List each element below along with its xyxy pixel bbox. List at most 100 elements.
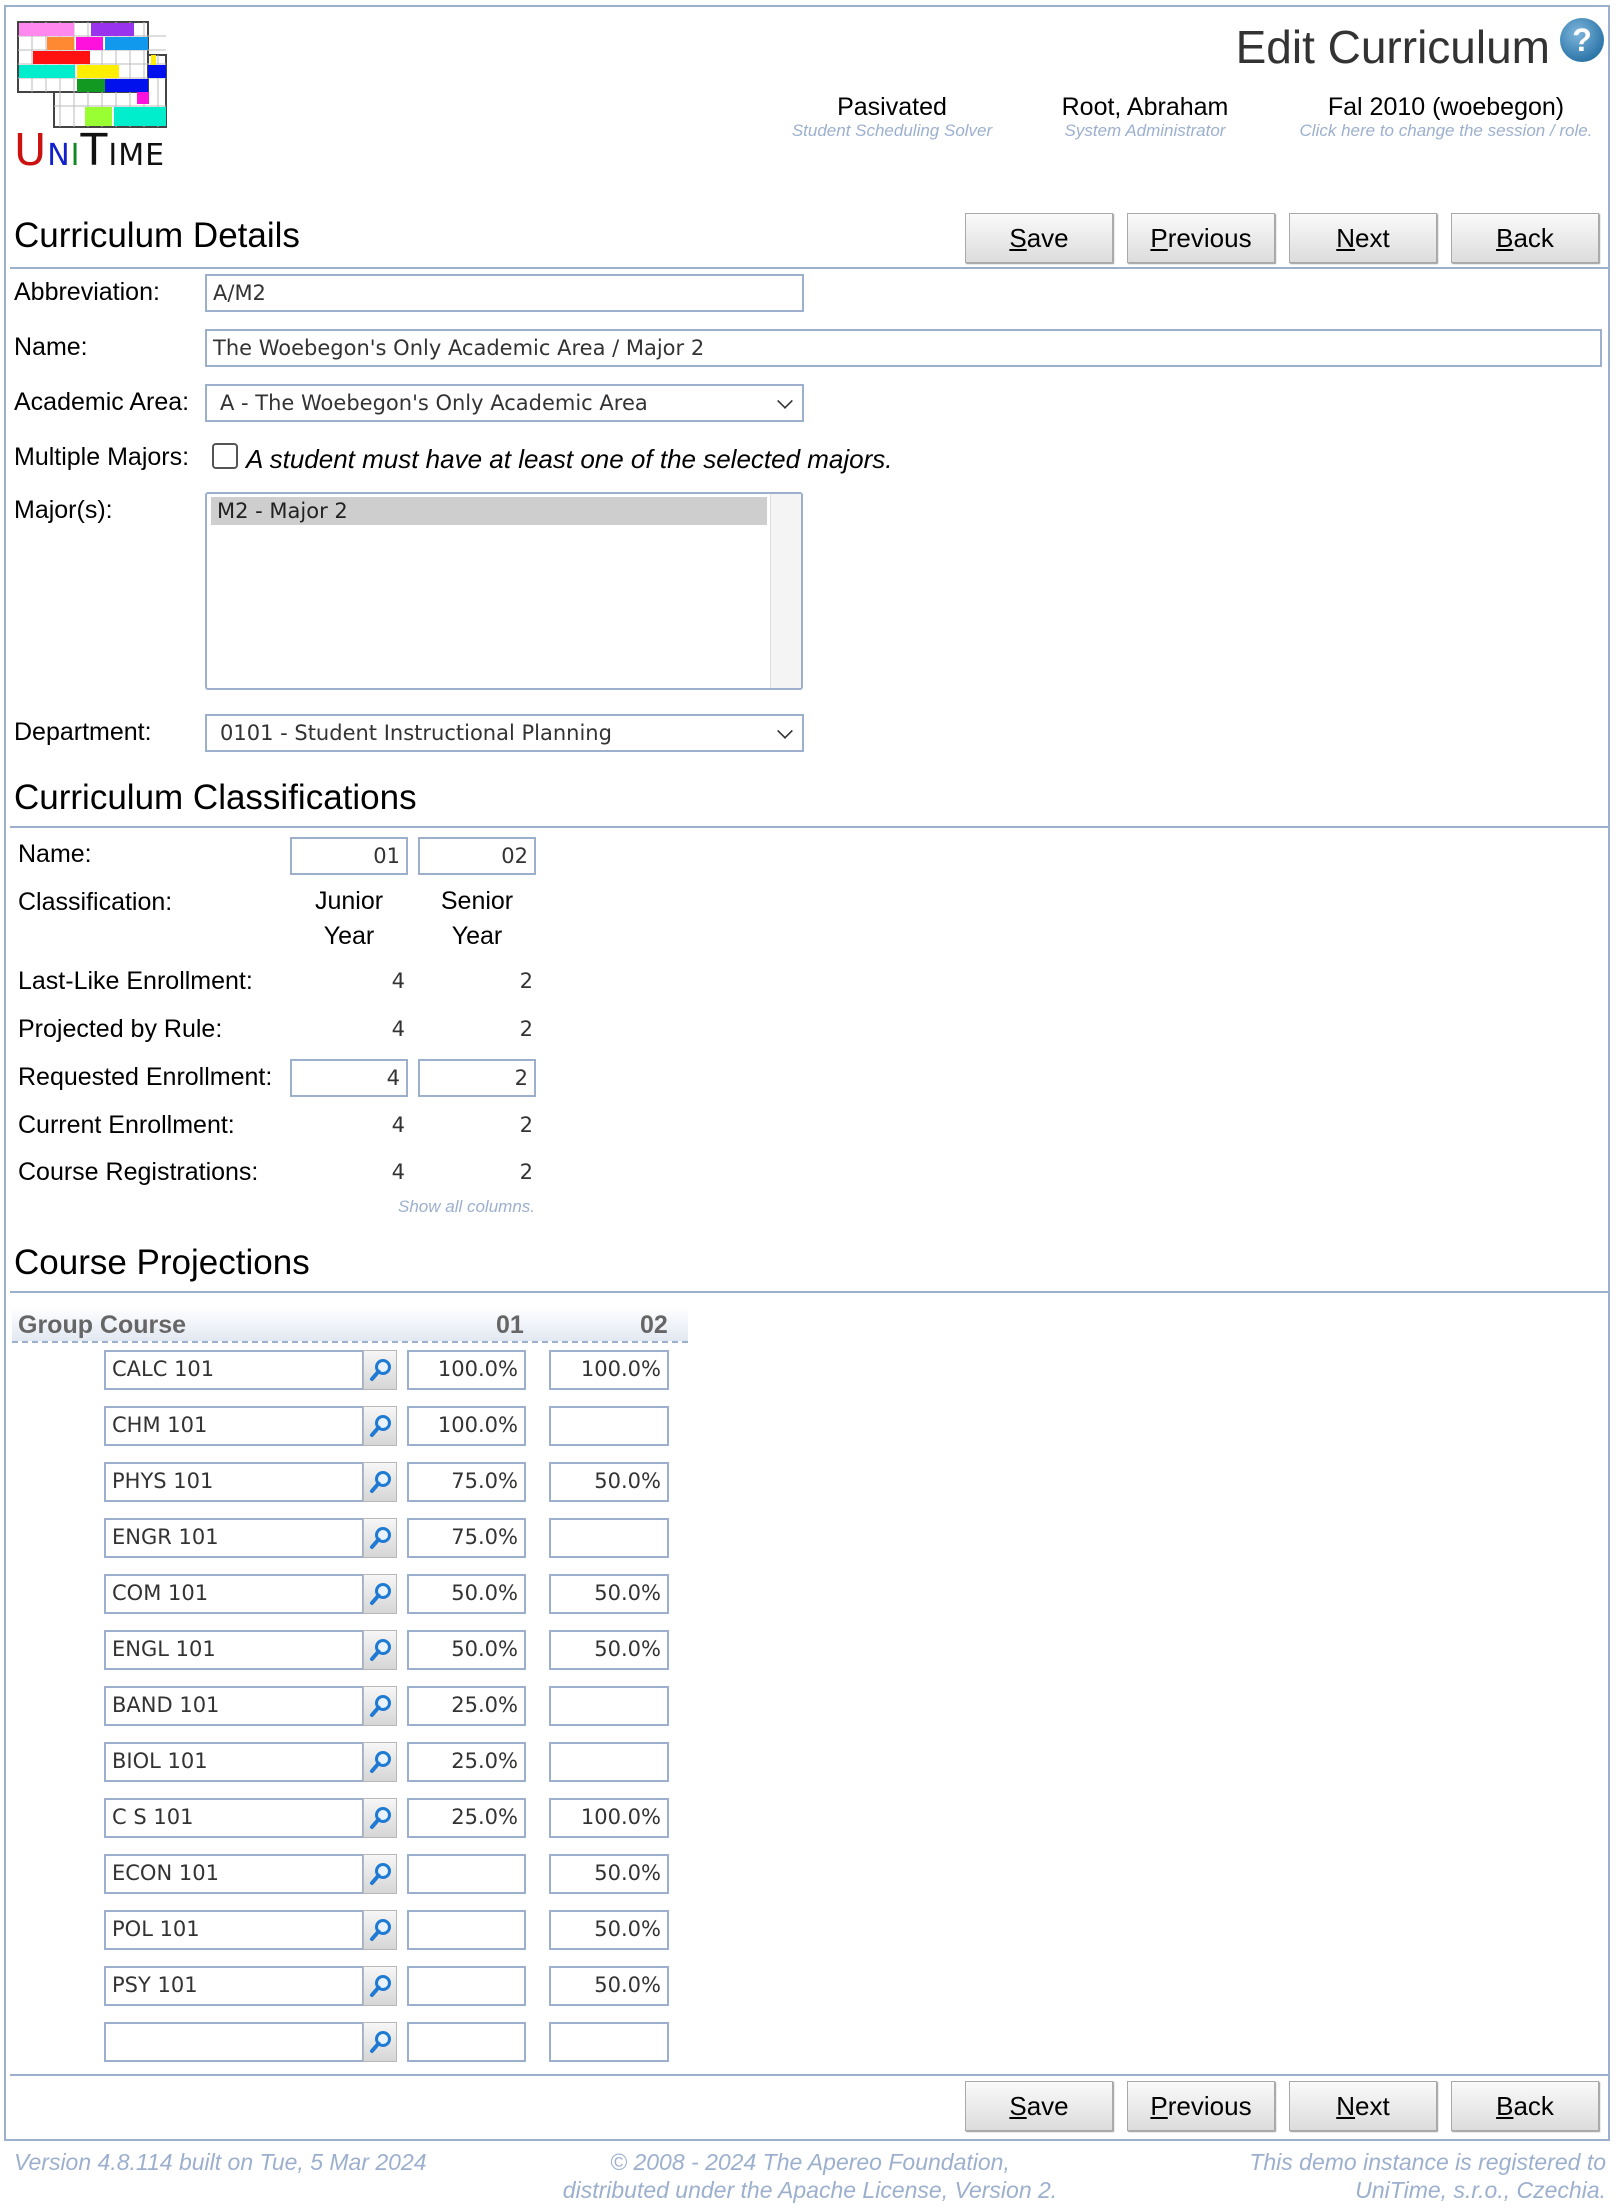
- requested-enrollment-input-02[interactable]: 2: [418, 1059, 536, 1097]
- course-search-button[interactable]: [363, 1406, 397, 1446]
- share-input-02[interactable]: 50.0%: [549, 1854, 669, 1894]
- page-title: Edit Curriculum: [1235, 21, 1550, 73]
- search-icon: [370, 2031, 391, 2053]
- share-input-01[interactable]: 100.0%: [407, 1406, 526, 1446]
- share-input-01[interactable]: [407, 1966, 526, 2006]
- session-change-link[interactable]: Click here to change the session / role.: [1286, 122, 1606, 140]
- share-input-02[interactable]: [549, 1742, 669, 1782]
- course-input[interactable]: POL 101: [104, 1910, 364, 1950]
- session-selector[interactable]: Fal 2010 (woebegon) Click here to change…: [1286, 92, 1606, 140]
- user-info[interactable]: Root, Abraham System Administrator: [1040, 92, 1250, 140]
- course-input[interactable]: BIOL 101: [104, 1742, 364, 1782]
- course-input[interactable]: CHM 101: [104, 1406, 364, 1446]
- header-group-course[interactable]: Group Course: [18, 1307, 186, 1343]
- user-name: Root, Abraham: [1061, 93, 1229, 121]
- classification-name-input-01[interactable]: 01: [290, 837, 408, 875]
- majors-listbox[interactable]: M2 - Major 2: [205, 492, 803, 690]
- course-search-button[interactable]: [363, 1574, 397, 1614]
- requested-enrollment-input-01[interactable]: 4: [290, 1059, 408, 1097]
- back-accesskey: B: [1496, 2091, 1514, 2121]
- projected-by-rule-label: Projected by Rule:: [18, 1015, 223, 1043]
- header-col-02[interactable]: 02: [640, 1307, 668, 1343]
- footer-registration[interactable]: This demo instance is registered to UniT…: [1249, 2148, 1606, 2204]
- search-icon: [370, 1919, 391, 1941]
- course-search-button[interactable]: [363, 1462, 397, 1502]
- share-input-02[interactable]: 100.0%: [549, 1350, 669, 1390]
- course-search-button[interactable]: [363, 2022, 397, 2062]
- share-input-01[interactable]: 50.0%: [407, 1574, 526, 1614]
- classification-name-input-02[interactable]: 02: [418, 837, 536, 875]
- course-input[interactable]: [104, 2022, 364, 2062]
- share-input-01[interactable]: 25.0%: [407, 1686, 526, 1726]
- back-button-bottom[interactable]: Back: [1451, 2081, 1599, 2131]
- previous-button-bottom[interactable]: Previous: [1127, 2081, 1275, 2131]
- course-search-button[interactable]: [363, 1798, 397, 1838]
- share-input-01[interactable]: [407, 1854, 526, 1894]
- multiple-majors-checkbox[interactable]: [212, 443, 238, 469]
- course-input[interactable]: ENGR 101: [104, 1518, 364, 1558]
- share-input-02[interactable]: 50.0%: [549, 1910, 669, 1950]
- unitime-logo[interactable]: UNITIME: [14, 17, 174, 177]
- share-input-01[interactable]: 25.0%: [407, 1798, 526, 1838]
- course-input[interactable]: BAND 101: [104, 1686, 364, 1726]
- header-col-01[interactable]: 01: [496, 1307, 524, 1343]
- footer-copyright[interactable]: © 2008 - 2024 The Apereo Foundation, dis…: [540, 2148, 1080, 2204]
- share-input-02[interactable]: 50.0%: [549, 1630, 669, 1670]
- course-search-button[interactable]: [363, 1350, 397, 1390]
- solver-status[interactable]: Pasivated Student Scheduling Solver: [782, 92, 1002, 140]
- majors-scrollbar[interactable]: [770, 494, 801, 688]
- projected-01: 4: [391, 1017, 405, 1041]
- share-input-02[interactable]: [549, 1406, 669, 1446]
- course-search-button[interactable]: [363, 1910, 397, 1950]
- course-input[interactable]: COM 101: [104, 1574, 364, 1614]
- back-button-top[interactable]: Back: [1451, 213, 1599, 263]
- course-search-button[interactable]: [363, 1742, 397, 1782]
- share-input-02[interactable]: 50.0%: [549, 1574, 669, 1614]
- course-input[interactable]: PHYS 101: [104, 1462, 364, 1502]
- next-label: ext: [1355, 223, 1390, 253]
- name-input[interactable]: The Woebegon's Only Academic Area / Majo…: [205, 329, 1602, 367]
- department-value: 0101 - Student Instructional Planning: [220, 721, 612, 745]
- course-search-button[interactable]: [363, 1854, 397, 1894]
- course-input[interactable]: ENGL 101: [104, 1630, 364, 1670]
- user-role: System Administrator: [1064, 121, 1226, 140]
- share-input-02[interactable]: 50.0%: [549, 1462, 669, 1502]
- academic-area-value: A - The Woebegon's Only Academic Area: [220, 391, 648, 415]
- course-search-button[interactable]: [363, 1686, 397, 1726]
- share-input-01[interactable]: [407, 1910, 526, 1950]
- course-search-button[interactable]: [363, 1518, 397, 1558]
- department-select[interactable]: 0101 - Student Instructional Planning: [205, 714, 804, 752]
- share-input-01[interactable]: [407, 2022, 526, 2062]
- search-icon: [370, 1751, 391, 1773]
- course-input[interactable]: PSY 101: [104, 1966, 364, 2006]
- next-button-bottom[interactable]: Next: [1289, 2081, 1437, 2131]
- share-input-02[interactable]: [549, 2022, 669, 2062]
- share-input-01[interactable]: 75.0%: [407, 1462, 526, 1502]
- share-input-02[interactable]: 100.0%: [549, 1798, 669, 1838]
- share-input-01[interactable]: 50.0%: [407, 1630, 526, 1670]
- course-input[interactable]: CALC 101: [104, 1350, 364, 1390]
- search-icon: [370, 1695, 391, 1717]
- abbreviation-input[interactable]: A/M2: [205, 274, 804, 312]
- share-input-02[interactable]: [549, 1686, 669, 1726]
- search-icon: [370, 1807, 391, 1829]
- share-input-01[interactable]: 25.0%: [407, 1742, 526, 1782]
- share-input-01[interactable]: 100.0%: [407, 1350, 526, 1390]
- next-button-top[interactable]: Next: [1289, 213, 1437, 263]
- course-search-button[interactable]: [363, 1630, 397, 1670]
- course-input[interactable]: C S 101: [104, 1798, 364, 1838]
- academic-area-select[interactable]: A - The Woebegon's Only Academic Area: [205, 384, 804, 422]
- save-button-top[interactable]: Save: [965, 213, 1113, 263]
- classification-02: Senior Year: [417, 884, 537, 954]
- section-title-curriculum-classifications: Curriculum Classifications: [14, 778, 417, 817]
- share-input-02[interactable]: [549, 1518, 669, 1558]
- major-option[interactable]: M2 - Major 2: [211, 497, 767, 525]
- previous-button-top[interactable]: Previous: [1127, 213, 1275, 263]
- course-input[interactable]: ECON 101: [104, 1854, 364, 1894]
- save-button-bottom[interactable]: Save: [965, 2081, 1113, 2131]
- show-all-columns-link[interactable]: Show all columns.: [398, 1197, 535, 1217]
- share-input-02[interactable]: 50.0%: [549, 1966, 669, 2006]
- help-icon[interactable]: ?: [1560, 18, 1604, 62]
- course-search-button[interactable]: [363, 1966, 397, 2006]
- share-input-01[interactable]: 75.0%: [407, 1518, 526, 1558]
